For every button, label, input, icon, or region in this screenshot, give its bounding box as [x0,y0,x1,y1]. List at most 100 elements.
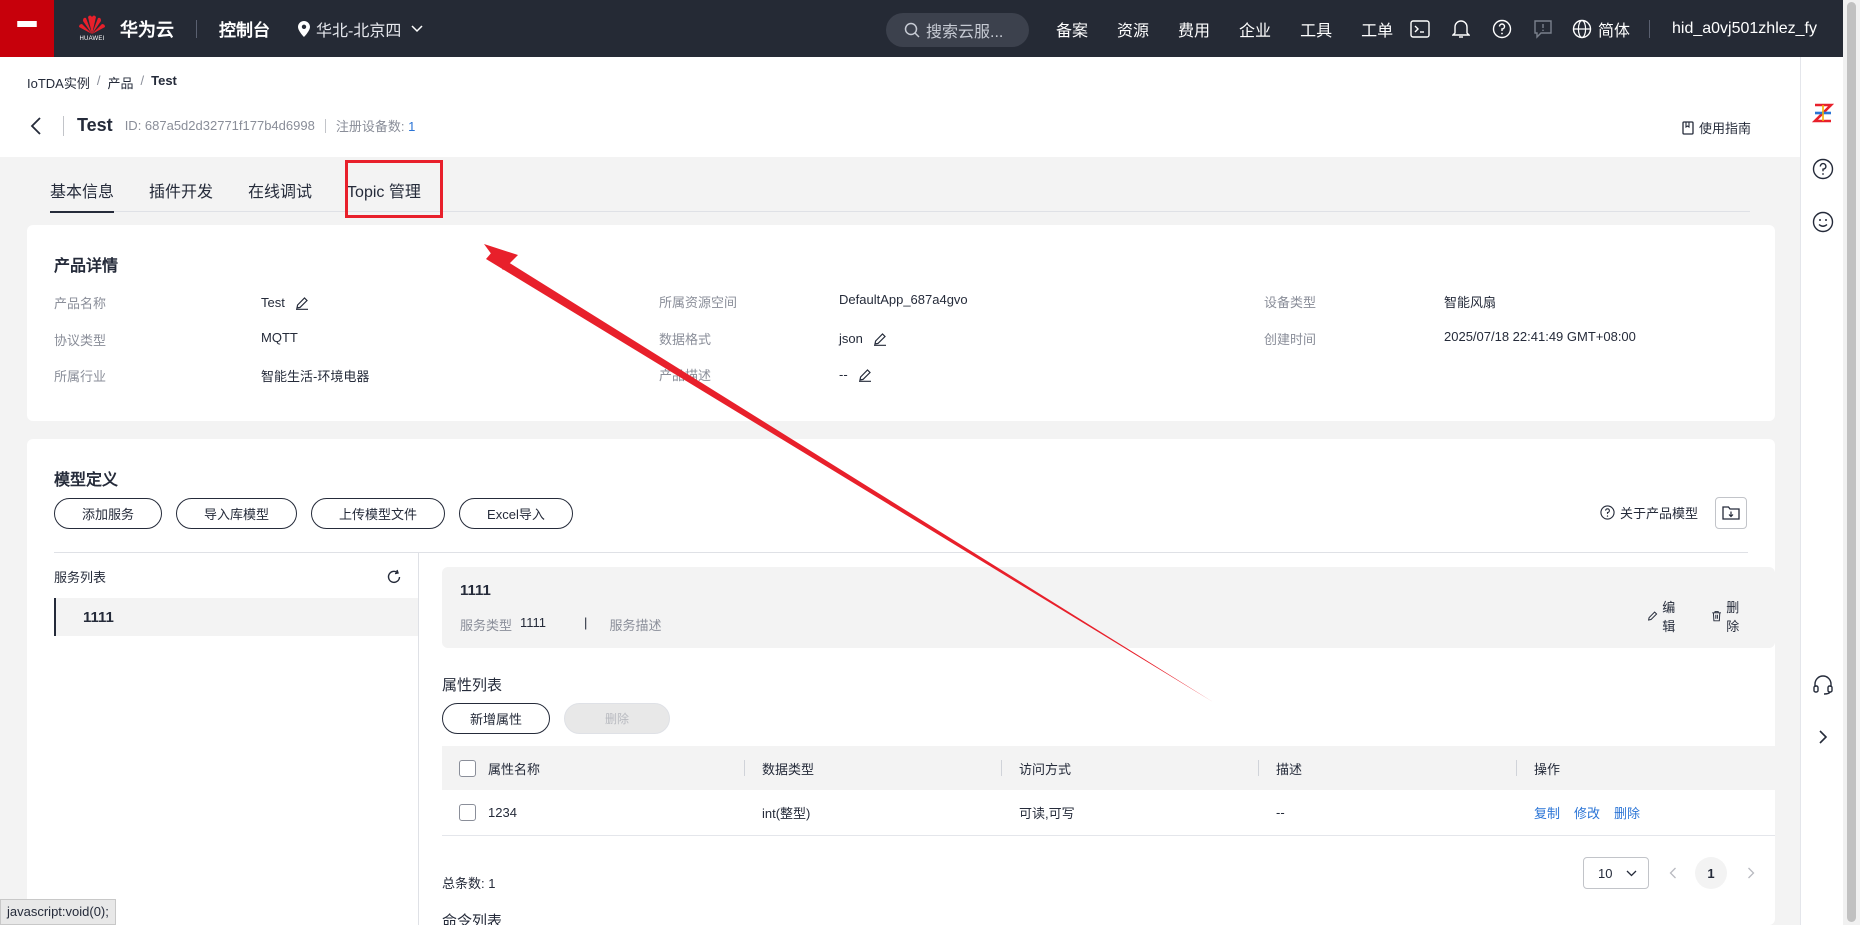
bell-icon[interactable] [1449,17,1473,41]
registered-devices: 注册设备数: 1 [335,119,416,134]
globe-icon [1572,19,1592,38]
row-checkbox[interactable] [459,804,476,821]
col-access-mode: 访问方式 [1019,761,1072,777]
region-selector[interactable]: 华北-北京四 [298,17,429,41]
edit-pencil-icon[interactable] [873,332,887,346]
export-folder-button[interactable] [1715,497,1747,529]
add-property-button[interactable]: 新增属性 [442,703,551,734]
search-input[interactable]: 搜索云服... [886,13,1029,47]
nav-tickets[interactable]: 工单 [1361,17,1393,41]
usage-guide-link[interactable]: 使用指南 [1682,118,1751,137]
table-row: 1234 int(整型) 可读,可写 -- 复制 修改 删除 [442,790,1775,836]
next-page-button[interactable] [1741,867,1761,879]
refresh-icon[interactable] [386,569,402,588]
delete-service-button[interactable]: 删除 [1711,597,1761,635]
field-label-device-type: 设备类型 [1264,295,1317,310]
page-header: IoTDA实例 / 产品 / Test Test ID: 687a5d2d327… [0,57,1800,157]
details-title: 产品详情 [54,258,119,275]
expand-chevron-icon[interactable] [1811,725,1835,749]
top-bar: HUAWEI 华为云 控制台 华北-北京四 搜索云服... 备案 资源 费用 企… [0,0,1843,57]
help-circle-icon [1600,505,1615,520]
command-list-title: 命令列表 [442,913,503,925]
delete-link[interactable]: 删除 [1614,803,1640,822]
right-rail [1800,57,1843,925]
smiley-feedback-icon[interactable] [1811,210,1835,234]
property-list-title: 属性列表 [442,677,503,694]
edit-service-button[interactable]: 编辑 [1647,597,1697,635]
help-icon[interactable] [1490,17,1514,41]
nav-tools[interactable]: 工具 [1300,17,1332,41]
nav-resources[interactable]: 资源 [1117,17,1149,41]
col-data-type: 数据类型 [762,761,815,777]
breadcrumb-current: Test [151,73,177,88]
book-icon [1682,120,1694,135]
prev-page-button[interactable] [1663,867,1683,879]
field-label-protocol: 协议类型 [54,333,107,348]
menu-button[interactable] [0,0,54,57]
upload-model-file-button[interactable]: 上传模型文件 [311,498,446,529]
cell-data-type: int(整型) [762,806,811,821]
nav-billing[interactable]: 费用 [1178,17,1210,41]
add-service-button[interactable]: 添加服务 [54,498,163,529]
import-library-model-button[interactable]: 导入库模型 [176,498,298,529]
cell-access-mode: 可读,可写 [1019,806,1075,821]
feedback-icon[interactable] [1531,17,1555,41]
status-bar-url: javascript:void(0); [0,899,116,925]
tab-bar: 基本信息 插件开发 在线调试 Topic 管理 [50,178,1750,213]
service-detail-box: 1111 服务类型 1111 | 服务描述 编辑 删除 [442,567,1775,648]
chevron-left-icon [30,116,41,135]
excel-import-button[interactable]: Excel导入 [459,498,573,529]
page-scrollbar[interactable] [1843,0,1860,925]
modify-link[interactable]: 修改 [1574,803,1600,822]
about-product-model-link[interactable]: 关于产品模型 [1600,503,1698,522]
cell-description: -- [1276,805,1285,820]
model-definition-card: 模型定义 添加服务 导入库模型 上传模型文件 Excel导入 关于产品模型 服务… [27,439,1775,925]
breadcrumb-products[interactable]: 产品 [107,73,133,92]
brand-name: 华为云 [120,19,174,40]
select-all-checkbox[interactable] [459,759,476,777]
user-account[interactable]: hid_a0vj501zhlez_fy [1672,0,1817,57]
page-size-select[interactable]: 10 [1583,857,1649,889]
current-page[interactable]: 1 [1695,857,1727,889]
product-details-card: 产品详情 产品名称 Test 协议类型 MQTT 所属行业 智能生活-环境电器 … [27,225,1775,421]
headset-support-icon[interactable] [1811,673,1835,697]
terminal-icon[interactable] [1408,17,1432,41]
annotation-highlight-box [345,160,443,218]
language-label: 简体 [1598,22,1631,40]
service-name: 1111 [460,582,491,599]
product-id: ID: 687a5d2d32771f177b4d6998 [124,118,315,133]
service-list-panel: 服务列表 1111 [54,553,419,925]
ai-assistant-icon[interactable] [1811,101,1835,125]
registered-count[interactable]: 1 [408,119,415,134]
language-selector[interactable]: 简体 [1572,17,1630,41]
nav-enterprise[interactable]: 企业 [1239,17,1271,41]
field-value-device-type: 智能风扇 [1444,295,1497,310]
page-title: Test [77,115,113,135]
console-link[interactable]: 控制台 [219,16,270,41]
tab-basic-info[interactable]: 基本信息 [50,178,115,213]
cell-property-name: 1234 [488,805,517,820]
breadcrumb-iotda[interactable]: IoTDA实例 [27,73,90,92]
field-value-created-time: 2025/07/18 22:41:49 GMT+08:00 [1444,329,1636,344]
total-count: 总条数: 1 [442,876,496,891]
service-item[interactable]: 1111 [54,598,418,636]
chevron-down-icon [411,24,423,32]
chevron-down-icon [1626,870,1637,876]
copy-link[interactable]: 复制 [1534,803,1560,822]
breadcrumb: IoTDA实例 / 产品 / Test [27,73,177,92]
location-pin-icon [298,20,310,37]
region-label: 华北-北京四 [316,22,402,40]
edit-pencil-icon[interactable] [295,296,309,310]
field-value-product-name: Test [261,295,285,310]
nav-beian[interactable]: 备案 [1056,17,1088,41]
tab-plugin-dev[interactable]: 插件开发 [149,178,213,212]
property-table: 属性名称 数据类型 访问方式 描述 操作 1234 int(整型) 可读,可写 … [442,746,1775,836]
model-title: 模型定义 [54,472,119,489]
service-type-value: 1111 [520,615,547,630]
huawei-logo[interactable]: HUAWEI 华为云 [76,13,174,45]
help-icon[interactable] [1811,157,1835,181]
tab-online-debug[interactable]: 在线调试 [248,178,312,212]
folder-icon [1722,506,1740,520]
back-button[interactable] [30,116,50,136]
edit-pencil-icon[interactable] [858,368,872,382]
